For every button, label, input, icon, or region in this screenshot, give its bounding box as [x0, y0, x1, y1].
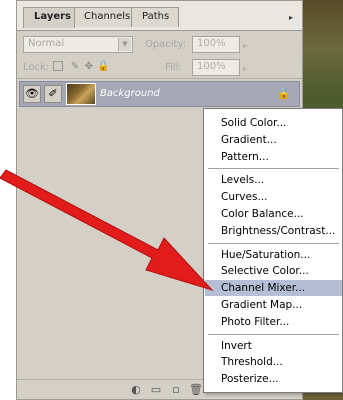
opacity-input[interactable]: 100% — [192, 36, 240, 53]
menu-item-selective-color[interactable]: Selective Color... — [205, 263, 342, 279]
menu-item-curves[interactable]: Curves... — [205, 189, 342, 205]
layer-thumbnail — [66, 83, 96, 105]
lock-all-icon[interactable]: 🔒 — [97, 61, 109, 73]
menu-item-color-balance[interactable]: Color Balance... — [205, 206, 342, 222]
fill-label: Fill: — [165, 62, 182, 73]
opacity-label: Opacity: — [145, 39, 187, 50]
lock-icon: 🔒 — [277, 87, 291, 100]
menu-item-pattern[interactable]: Pattern... — [205, 149, 342, 165]
menu-item-invert[interactable]: Invert — [205, 338, 342, 354]
tab-paths[interactable]: Paths — [131, 7, 179, 27]
eye-icon[interactable]: 👁 — [23, 85, 41, 103]
lock-row: Lock: ✎ ✥ 🔒 Fill: 100% ▸ — [17, 57, 302, 79]
adjustment-layer-icon[interactable]: ◐ — [129, 383, 143, 397]
panel-menu-icon[interactable]: ▸ — [286, 13, 296, 23]
menu-separator — [208, 242, 339, 244]
menu-item-photo-filter[interactable]: Photo Filter... — [205, 314, 342, 330]
tab-layers[interactable]: Layers — [23, 7, 75, 28]
lock-label: Lock: — [23, 62, 50, 73]
panel-tab-bar: Layers Channels Paths ▸ — [17, 1, 302, 31]
menu-item-hue-saturation[interactable]: Hue/Saturation... — [205, 247, 342, 263]
blend-mode-value: Normal — [28, 38, 65, 49]
trash-icon[interactable]: 🗑 — [189, 383, 203, 397]
brush-icon[interactable]: ✐ — [44, 85, 62, 103]
menu-item-threshold[interactable]: Threshold... — [205, 354, 342, 370]
folder-icon[interactable]: ▭ — [149, 383, 163, 397]
blend-mode-select[interactable]: Normal ▼ — [23, 36, 133, 53]
chevron-down-icon: ▼ — [118, 38, 131, 51]
opacity-arrow-icon[interactable]: ▸ — [243, 41, 247, 50]
lock-position-icon[interactable]: ✥ — [83, 61, 95, 73]
fill-input[interactable]: 100% — [192, 59, 240, 76]
menu-item-solid-color[interactable]: Solid Color... — [205, 115, 342, 131]
menu-item-levels[interactable]: Levels... — [205, 172, 342, 188]
new-layer-icon[interactable]: ▫ — [169, 383, 183, 397]
menu-separator — [208, 333, 339, 335]
menu-item-brightness-contrast[interactable]: Brightness/Contrast... — [205, 223, 342, 239]
lock-pixels-icon[interactable]: ✎ — [69, 61, 81, 73]
menu-item-posterize[interactable]: Posterize... — [205, 371, 342, 387]
layer-name: Background — [100, 88, 160, 99]
menu-item-gradient[interactable]: Gradient... — [205, 132, 342, 148]
lock-transparency-icon[interactable] — [53, 61, 63, 71]
layer-row[interactable]: 👁 ✐ Background 🔒 — [19, 81, 300, 107]
menu-item-gradient-map[interactable]: Gradient Map... — [205, 297, 342, 313]
tab-channels[interactable]: Channels — [73, 7, 135, 27]
blend-row: Normal ▼ Opacity: 100% ▸ — [17, 33, 302, 57]
fill-arrow-icon[interactable]: ▸ — [243, 64, 247, 73]
menu-item-channel-mixer[interactable]: Channel Mixer... — [205, 280, 342, 297]
adjustment-menu: Solid Color... Gradient... Pattern... Level… — [203, 108, 343, 393]
menu-separator — [208, 168, 339, 170]
